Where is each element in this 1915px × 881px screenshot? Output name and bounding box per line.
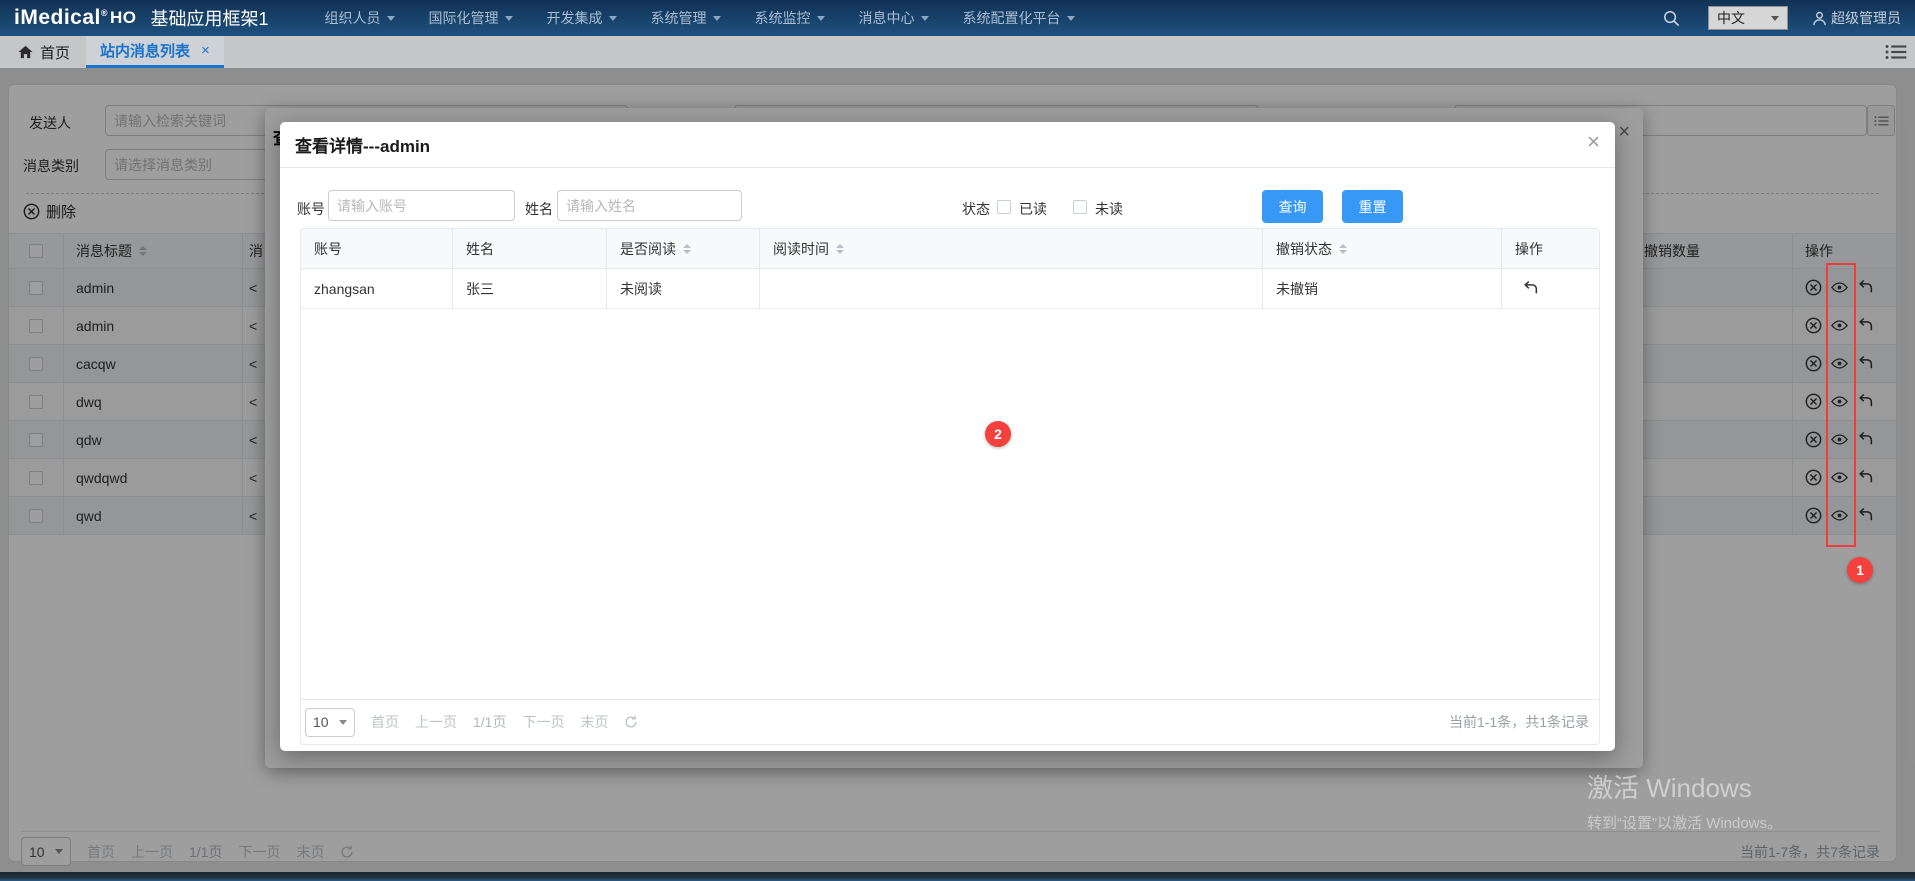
taskbar-strip <box>0 872 1915 881</box>
screen: iMedical ® HO 基础应用框架1 组织人员 国际化管理 开发集成 系统管理… <box>0 0 1915 881</box>
chevron-down-icon <box>608 15 617 21</box>
read-checkbox[interactable] <box>997 200 1011 214</box>
col-name: 姓名 <box>466 240 494 257</box>
top-navbar: iMedical ® HO 基础应用框架1 组织人员 国际化管理 开发集成 系统管理… <box>0 0 1915 36</box>
col-read-status: 是否阅读 <box>620 240 676 257</box>
tab-message-list-label: 站内消息列表 <box>100 43 191 60</box>
chevron-down-icon <box>386 15 395 21</box>
watermark-line1: 激活 Windows <box>1587 773 1752 803</box>
account-label: 账号 <box>297 201 325 217</box>
unread-checkbox-label: 未读 <box>1095 201 1123 217</box>
next-page-link[interactable]: 下一页 <box>522 712 564 732</box>
annotation-badge-2: 2 <box>985 421 1011 447</box>
reset-button[interactable]: 重置 <box>1342 190 1403 223</box>
first-page-link[interactable]: 首页 <box>371 712 399 732</box>
language-select-value: 中文 <box>1717 10 1745 26</box>
modal-page-size-select[interactable]: 10 <box>305 707 355 737</box>
menu-item-org[interactable]: 组织人员 <box>325 8 395 28</box>
chevron-down-icon <box>1771 15 1779 21</box>
chevron-down-icon <box>816 15 825 21</box>
menu-item-dev[interactable]: 开发集成 <box>547 8 617 28</box>
tab-bar: 首页 站内消息列表 × <box>0 36 1915 68</box>
read-checkbox-label: 已读 <box>1019 201 1047 217</box>
prev-page-link[interactable]: 上一页 <box>415 712 457 732</box>
username: 超级管理员 <box>1831 10 1901 26</box>
query-button[interactable]: 查询 <box>1262 190 1323 223</box>
app-name: 基础应用框架1 <box>150 9 269 29</box>
sort-icon[interactable] <box>683 243 691 254</box>
menu-item-i18n[interactable]: 国际化管理 <box>429 8 513 28</box>
modal-table-row[interactable]: zhangsan 张三 未阅读 未撤销 <box>301 269 1599 309</box>
watermark-line2: 转到“设置”以激活 Windows。 <box>1587 815 1783 832</box>
logo-text: iMedical <box>14 6 101 29</box>
modal-pagination: 10 首页 上一页 1/1页 下一页 末页 当前1-1条，共1条记录 <box>301 699 1599 744</box>
main-menu: 组织人员 国际化管理 开发集成 系统管理 系统监控 消息中心 系统配置化平台 <box>325 8 1075 28</box>
modal-header: 查看详情---admin <box>280 122 1615 168</box>
modal-title: 查看详情---admin <box>295 137 431 156</box>
user-icon <box>1813 11 1826 25</box>
search-icon[interactable] <box>1663 10 1680 27</box>
tab-home-label: 首页 <box>40 44 71 62</box>
name-input[interactable] <box>557 190 742 221</box>
menu-item-sysmgmt[interactable]: 系统管理 <box>651 8 721 28</box>
menu-item-sysmonitor[interactable]: 系统监控 <box>755 8 825 28</box>
detail-modal: 查看详情---admin × 账号 姓名 状态 已读 未读 查询 重置 账号 姓… <box>280 122 1615 751</box>
chevron-down-icon <box>920 15 929 21</box>
status-label: 状态 <box>962 201 990 217</box>
language-select[interactable]: 中文 <box>1708 6 1788 30</box>
unread-checkbox[interactable] <box>1073 200 1087 214</box>
modal-table-header: 账号 姓名 是否阅读 阅读时间 撤销状态 操作 <box>301 229 1599 269</box>
tab-list-icon[interactable] <box>1885 43 1907 61</box>
modal-close-icon[interactable]: × <box>1587 131 1600 153</box>
record-summary: 当前1-1条，共1条记录 <box>1448 714 1589 730</box>
chevron-down-icon <box>339 719 347 725</box>
windows-watermark: 激活 Windows 转到“设置”以激活 Windows。 <box>1587 768 1782 833</box>
user-menu[interactable]: 超级管理员 <box>1812 8 1901 28</box>
annotation-rectangle <box>1826 263 1856 547</box>
logo-suffix: HO <box>110 8 137 27</box>
col-revoke-status: 撤销状态 <box>1276 240 1332 257</box>
logo-registered-mark: ® <box>100 8 109 18</box>
refresh-icon[interactable] <box>624 715 638 729</box>
last-page-link[interactable]: 末页 <box>580 712 608 732</box>
menu-item-sysconfig[interactable]: 系统配置化平台 <box>963 8 1075 28</box>
name-label: 姓名 <box>525 201 553 217</box>
sort-icon[interactable] <box>1339 243 1347 254</box>
col-read-time: 阅读时间 <box>773 240 829 257</box>
sort-icon[interactable] <box>836 243 844 254</box>
col-account: 账号 <box>314 240 342 257</box>
undo-icon[interactable] <box>1522 280 1539 297</box>
chevron-down-icon <box>1066 15 1075 21</box>
home-icon <box>18 45 33 59</box>
modal-table: 账号 姓名 是否阅读 阅读时间 撤销状态 操作 zhangsan 张三 未阅读 … <box>300 228 1600 745</box>
menu-item-message-center[interactable]: 消息中心 <box>859 8 929 28</box>
navbar-right: 中文 超级管理员 <box>1663 6 1901 30</box>
col-actions: 操作 <box>1515 240 1543 257</box>
chevron-down-icon <box>504 15 513 21</box>
chevron-down-icon <box>712 15 721 21</box>
tab-home[interactable]: 首页 <box>2 36 86 68</box>
account-input[interactable] <box>328 190 515 221</box>
tab-close-icon[interactable]: × <box>201 42 210 59</box>
current-page-indicator: 1/1页 <box>473 714 507 730</box>
annotation-badge-1: 1 <box>1847 557 1873 583</box>
tab-message-list[interactable]: 站内消息列表 × <box>86 36 224 68</box>
app-logo: iMedical ® HO <box>14 6 137 30</box>
